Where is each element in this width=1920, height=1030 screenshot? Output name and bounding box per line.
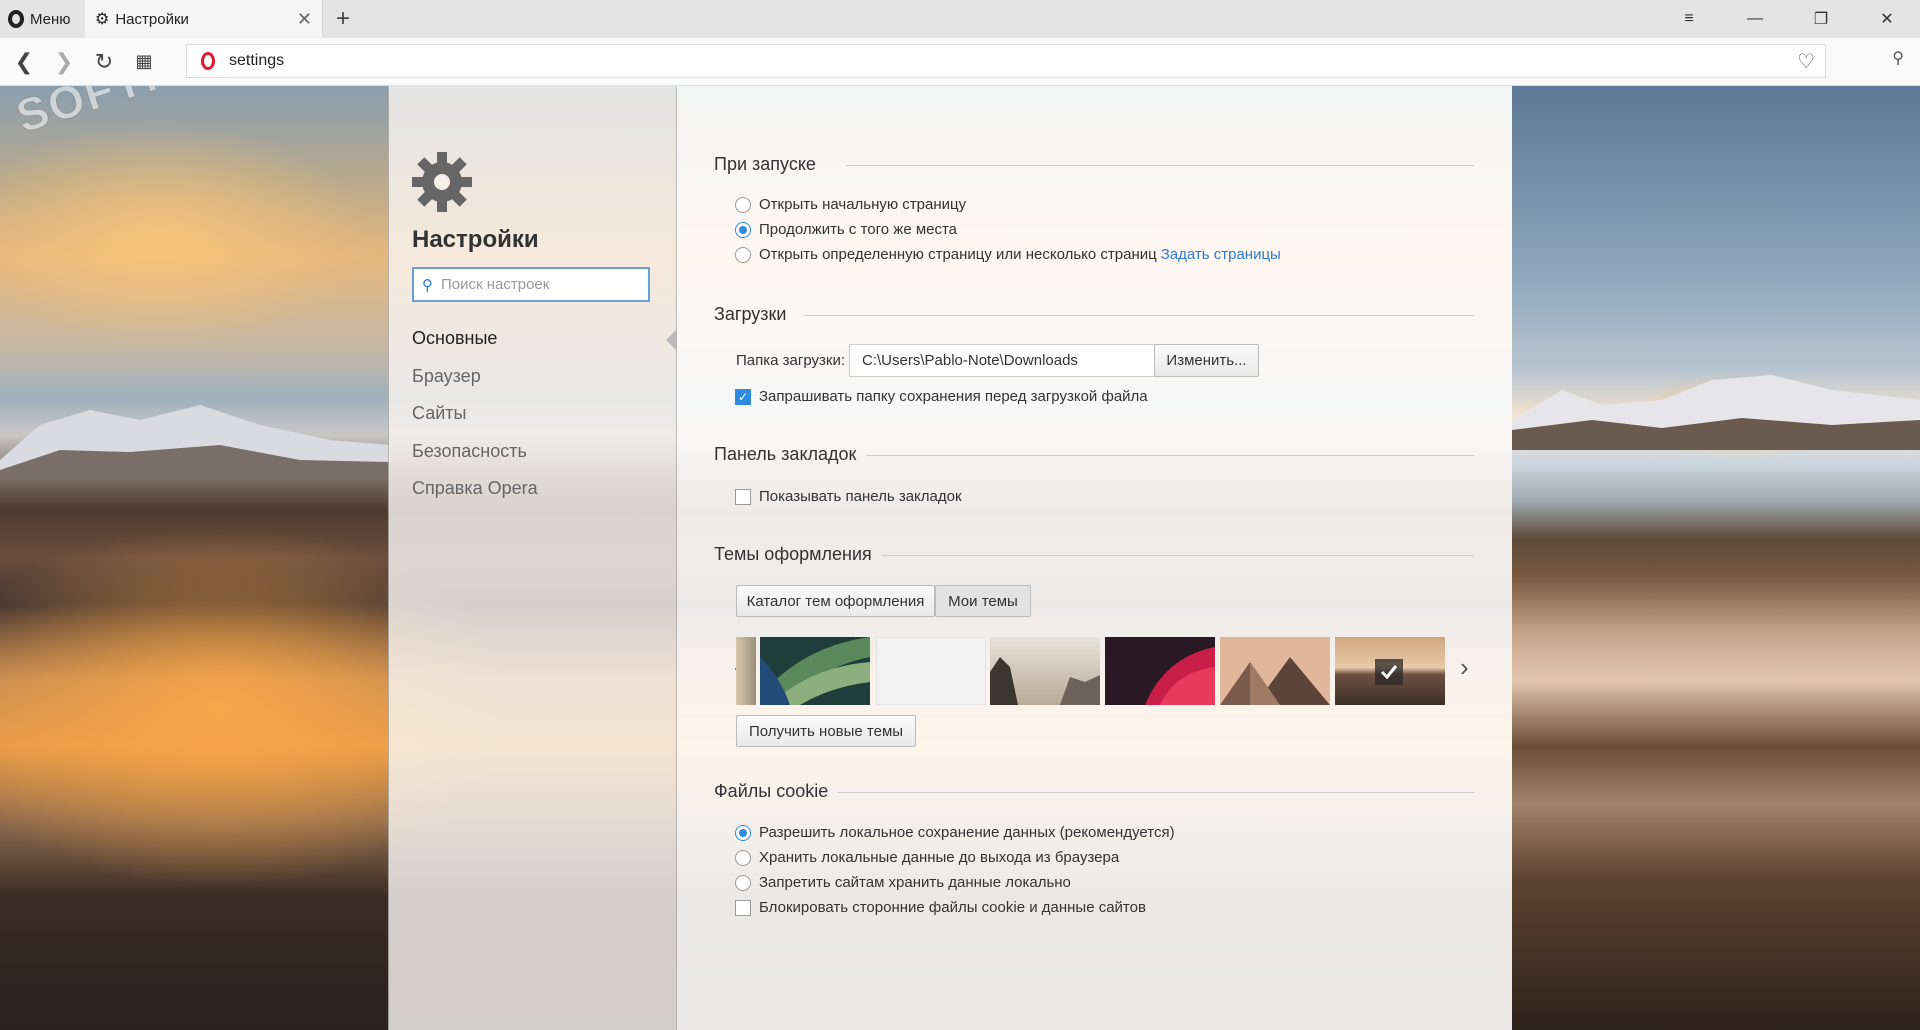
cookie-option-session[interactable]: Хранить локальные данные до выхода из бр…: [735, 849, 1119, 866]
startup-option-continue[interactable]: Продолжить с того же места: [735, 221, 957, 238]
nav-active-pointer: [666, 330, 676, 350]
checkbox[interactable]: [735, 899, 751, 916]
wallpaper-mountains-right: [1512, 375, 1920, 450]
nav-item-browser[interactable]: Браузер: [412, 361, 538, 399]
reload-button[interactable]: ↻: [84, 42, 124, 82]
nav-item-sites[interactable]: Сайты: [412, 398, 538, 436]
option-label: Открыть определенную страницу или нескол…: [759, 246, 1157, 263]
divider: [838, 792, 1474, 793]
option-label: Показывать панель закладок: [759, 488, 962, 505]
url-text: settings: [229, 52, 285, 69]
theme-thumb-cliffs[interactable]: [990, 637, 1100, 705]
radio-button-selected[interactable]: [735, 221, 751, 238]
menu-label: Меню: [30, 10, 71, 28]
section-title-downloads: Загрузки: [714, 304, 787, 324]
theme-thumb-light[interactable]: [876, 637, 986, 705]
radio-button[interactable]: [735, 246, 751, 263]
wallpaper-mountains: [0, 405, 390, 480]
cookie-option-block[interactable]: Запретить сайтам хранить данные локально: [735, 874, 1071, 891]
restore-button[interactable]: ❐: [1788, 0, 1854, 38]
nav-item-security[interactable]: Безопасность: [412, 436, 538, 474]
search-extension-icon[interactable]: ⚲: [1892, 48, 1904, 68]
radio-button[interactable]: [735, 196, 751, 213]
tab-theme-catalog[interactable]: Каталог тем оформления: [736, 585, 935, 617]
tab-my-themes[interactable]: Мои темы: [935, 585, 1031, 617]
option-label: Продолжить с того же места: [759, 221, 958, 238]
change-folder-button[interactable]: Изменить...: [1154, 344, 1259, 377]
url-field[interactable]: settings ♡: [186, 44, 1826, 78]
show-bookmarks-bar[interactable]: Показывать панель закладок: [735, 488, 962, 505]
opera-menu-button[interactable]: Меню: [0, 0, 85, 38]
gear-icon: ⚙: [95, 11, 110, 28]
option-label: Блокировать сторонние файлы cookie и дан…: [759, 899, 1146, 916]
radio-button[interactable]: [735, 874, 751, 891]
section-title-cookies: Файлы cookie: [714, 781, 829, 801]
startup-option-pages[interactable]: Открыть определенную страницу или нескол…: [735, 246, 1281, 263]
search-icon: ⚲: [422, 276, 433, 294]
option-label: Хранить локальные данные до выхода из бр…: [759, 849, 1120, 866]
wallpaper-right: [1512, 86, 1920, 1030]
divider: [866, 455, 1474, 456]
tab-settings[interactable]: ⚙ Настройки ✕: [85, 0, 323, 38]
new-tab-button[interactable]: +: [323, 0, 363, 38]
settings-gear-icon: [412, 152, 472, 212]
section-title-bookmarks: Панель закладок: [714, 444, 857, 464]
theme-thumb-pyramids[interactable]: [1220, 637, 1330, 705]
nav-item-basic[interactable]: Основные: [412, 323, 538, 361]
startup-option-home[interactable]: Открыть начальную страницу: [735, 196, 966, 213]
minimize-button[interactable]: —: [1722, 0, 1788, 38]
radio-button-selected[interactable]: [735, 824, 751, 841]
block-third-party-cookies[interactable]: Блокировать сторонние файлы cookie и дан…: [735, 899, 1146, 916]
theme-thumb-partial[interactable]: [736, 637, 756, 705]
checkbox-checked[interactable]: ✓: [735, 388, 751, 405]
search-input[interactable]: [441, 276, 641, 293]
address-bar: ❮ ❯ ↻ ▦ settings ♡ ⚲: [0, 38, 1920, 86]
close-window-button[interactable]: ✕: [1854, 0, 1920, 38]
theme-thumb-red[interactable]: [1105, 637, 1215, 705]
opera-logo-icon: [201, 52, 215, 70]
option-label: Запретить сайтам хранить данные локально: [759, 874, 1071, 891]
ask-download-folder[interactable]: ✓ Запрашивать папку сохранения перед заг…: [735, 388, 1148, 405]
themes-next-arrow[interactable]: ›: [1460, 652, 1469, 683]
back-button[interactable]: ❮: [4, 42, 44, 82]
section-title-themes: Темы оформления: [714, 544, 872, 564]
cookie-option-allow[interactable]: Разрешить локальное сохранение данных (р…: [735, 824, 1175, 841]
divider: [882, 555, 1474, 556]
download-folder-label: Папка загрузки:: [736, 352, 845, 369]
tab-bar: Меню ⚙ Настройки ✕ + ≡ — ❐ ✕: [0, 0, 1920, 38]
tab-title: Настройки: [115, 10, 189, 28]
download-folder-field[interactable]: C:\Users\Pablo-Note\Downloads: [849, 344, 1155, 377]
search-field[interactable]: ⚲: [412, 267, 650, 302]
opera-logo-icon: [8, 10, 24, 28]
get-new-themes-button[interactable]: Получить новые темы: [736, 715, 916, 747]
forward-button[interactable]: ❯: [44, 42, 84, 82]
divider: [846, 165, 1474, 166]
option-label: Открыть начальную страницу: [759, 196, 967, 213]
page-title: Настройки: [412, 226, 539, 253]
divider: [804, 315, 1474, 316]
theme-thumb-landscape-selected[interactable]: [1335, 637, 1445, 705]
bookmark-heart-icon[interactable]: ♡: [1797, 49, 1815, 74]
settings-nav: Основные Браузер Сайты Безопасность Спра…: [412, 323, 538, 511]
theme-thumb-feather[interactable]: [760, 637, 870, 705]
close-tab-icon[interactable]: ✕: [297, 9, 312, 30]
speed-dial-icon[interactable]: ▦: [124, 42, 164, 82]
section-title-startup: При запуске: [714, 154, 816, 174]
option-label: Запрашивать папку сохранения перед загру…: [759, 388, 1148, 405]
radio-button[interactable]: [735, 849, 751, 866]
option-label: Разрешить локальное сохранение данных (р…: [759, 824, 1175, 841]
tabs-menu-icon[interactable]: ≡: [1656, 0, 1722, 38]
checkbox[interactable]: [735, 488, 751, 505]
nav-item-help[interactable]: Справка Opera: [412, 473, 538, 511]
set-pages-link[interactable]: Задать страницы: [1161, 246, 1281, 263]
